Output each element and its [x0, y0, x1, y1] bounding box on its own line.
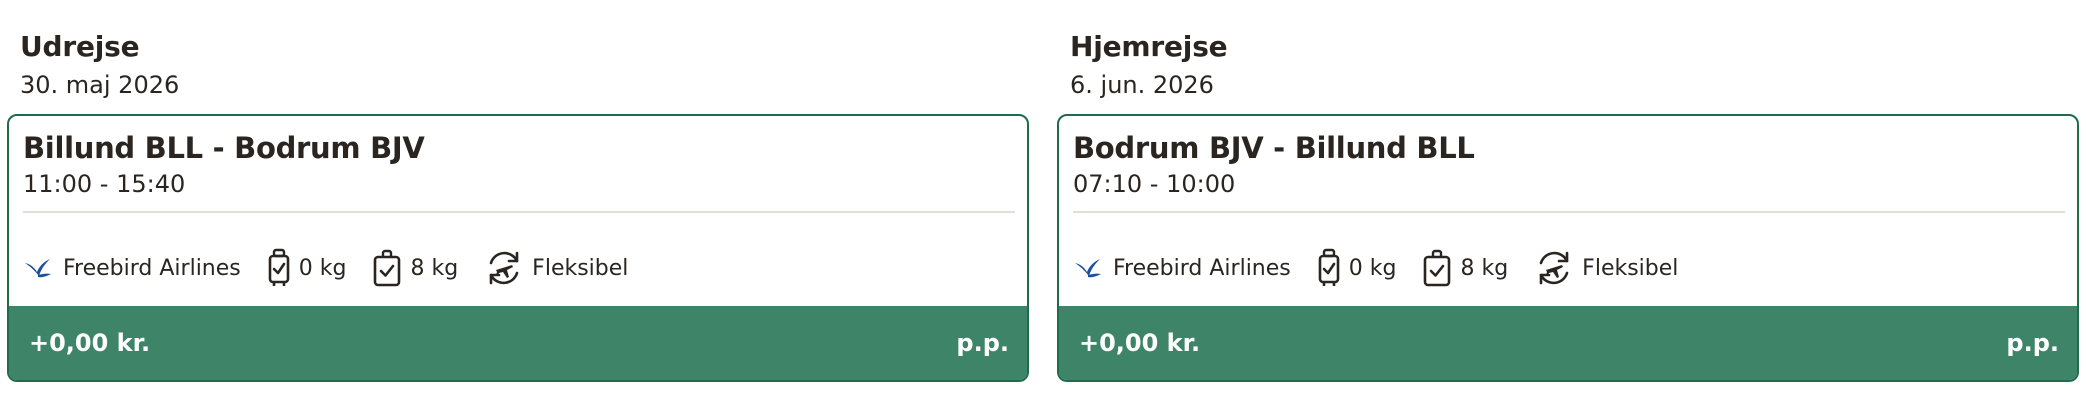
flexible-ticket: Fleksibel [1534, 248, 1678, 288]
suitcase-check-icon [267, 248, 291, 288]
checked-luggage: 8 kg [372, 249, 458, 287]
price-bar: +0,00 kr. p.p. [9, 306, 1027, 380]
airline-name: Freebird Airlines [63, 255, 241, 281]
hand-luggage: 0 kg [267, 248, 347, 288]
flexible-flight-icon [1534, 248, 1574, 288]
flight-times: 11:00 - 15:40 [23, 170, 186, 198]
flexible-label: Fleksibel [1582, 255, 1679, 281]
price-difference: +0,00 kr. [29, 329, 151, 357]
checked-luggage-weight: 8 kg [1460, 255, 1509, 281]
return-flight-card[interactable]: Bodrum BJV - Billund BLL 07:10 - 10:00 F… [1057, 114, 2079, 382]
freebird-logo-icon [23, 255, 53, 281]
flexible-ticket: Fleksibel [484, 248, 628, 288]
outbound-date: 30. maj 2026 [20, 71, 180, 99]
hand-luggage: 0 kg [1317, 248, 1397, 288]
freebird-logo-icon [1073, 255, 1103, 281]
divider [23, 211, 1015, 213]
hand-luggage-weight: 0 kg [298, 255, 347, 281]
price-bar: +0,00 kr. p.p. [1059, 306, 2077, 380]
per-person-label: p.p. [956, 329, 1009, 357]
outbound-heading: Udrejse [20, 30, 140, 63]
flight-route: Billund BLL - Bodrum BJV [23, 131, 425, 165]
outbound-flight-card[interactable]: Billund BLL - Bodrum BJV 11:00 - 15:40 F… [7, 114, 1029, 382]
price-difference: +0,00 kr. [1079, 329, 1201, 357]
flight-features: Freebird Airlines 0 kg 8 kg Fleksibel [23, 242, 654, 294]
airline-name: Freebird Airlines [1113, 255, 1291, 281]
flexible-label: Fleksibel [532, 255, 629, 281]
return-heading: Hjemrejse [1070, 30, 1228, 63]
bag-check-icon [372, 249, 402, 287]
hand-luggage-weight: 0 kg [1348, 255, 1397, 281]
divider [1073, 211, 2065, 213]
return-date: 6. jun. 2026 [1070, 71, 1214, 99]
flexible-flight-icon [484, 248, 524, 288]
flight-route: Bodrum BJV - Billund BLL [1073, 131, 1475, 165]
flight-features: Freebird Airlines 0 kg 8 kg Fleksibel [1073, 242, 1704, 294]
per-person-label: p.p. [2006, 329, 2059, 357]
airline: Freebird Airlines [23, 255, 241, 281]
flight-times: 07:10 - 10:00 [1073, 170, 1236, 198]
checked-luggage-weight: 8 kg [410, 255, 459, 281]
airline: Freebird Airlines [1073, 255, 1291, 281]
checked-luggage: 8 kg [1422, 249, 1508, 287]
bag-check-icon [1422, 249, 1452, 287]
suitcase-check-icon [1317, 248, 1341, 288]
